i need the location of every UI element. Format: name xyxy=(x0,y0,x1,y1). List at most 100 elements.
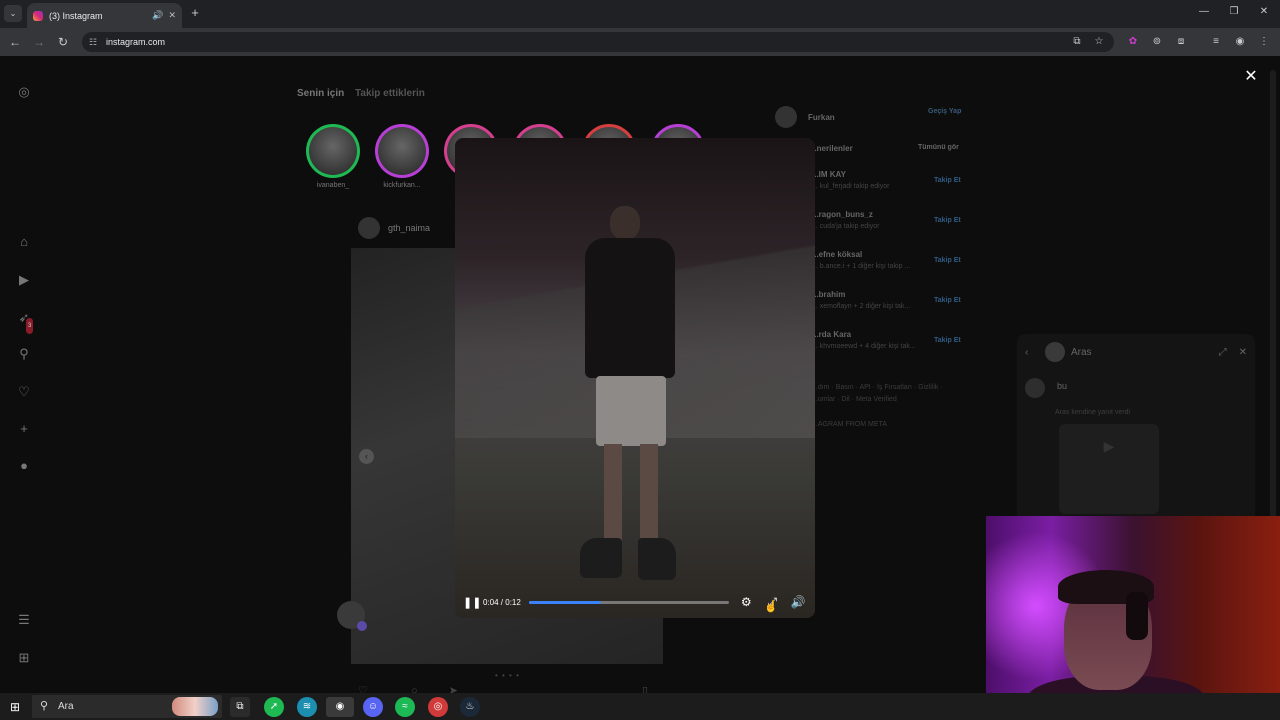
window-close-icon[interactable]: ✕ xyxy=(1256,6,1272,17)
chat-back-icon[interactable]: ‹ xyxy=(1025,347,1039,358)
story-item[interactable]: ivanaben_ xyxy=(303,124,363,189)
see-all-link[interactable]: Tümünü gör xyxy=(918,144,959,151)
follow-button[interactable]: Takip Et xyxy=(934,337,961,344)
post-actions: ♡ ○ ➤ xyxy=(358,684,458,693)
suggestion-name[interactable]: ...brahim xyxy=(812,290,845,299)
create-icon[interactable]: + xyxy=(16,421,32,437)
audio-playing-icon[interactable]: 🔊 xyxy=(152,10,163,21)
profile-avatar-icon[interactable]: ◉ xyxy=(1232,34,1248,50)
search-icon: ⚲ xyxy=(40,700,49,712)
video-player[interactable]: ❚❚ 0:04 / 0:12 ⚙ ⤢ 🔊 xyxy=(455,138,815,618)
profile-icon[interactable]: ● xyxy=(16,458,32,474)
suggestion-name[interactable]: ...ragon_buns_z xyxy=(812,210,873,219)
new-tab-button[interactable]: + xyxy=(188,5,202,21)
message-avatar xyxy=(1025,378,1045,398)
suggestion-name[interactable]: ...rda Kara xyxy=(812,330,851,339)
reels-icon[interactable]: ▶ xyxy=(16,272,32,288)
taskbar-search[interactable]: ⚲ Ara xyxy=(32,695,222,718)
footer-copyright: ...AGRAM FROM META xyxy=(812,421,887,428)
post-author-name[interactable]: gth_naima xyxy=(388,223,430,233)
search-icon[interactable]: ⚲ xyxy=(16,346,32,362)
instagram-favicon-icon xyxy=(33,10,43,21)
modal-close-icon[interactable]: ✕ xyxy=(1242,68,1260,86)
prev-image-icon[interactable]: ‹ xyxy=(359,449,374,464)
minimize-icon[interactable]: — xyxy=(1196,6,1212,17)
follow-button[interactable]: Takip Et xyxy=(934,297,961,304)
discord-icon[interactable]: ☺ xyxy=(363,697,383,717)
comment-icon[interactable]: ○ xyxy=(411,685,418,693)
extension-icon[interactable]: ✿ xyxy=(1125,34,1141,50)
url-text: instagram.com xyxy=(106,37,166,47)
forward-icon[interactable]: → xyxy=(31,34,47,50)
chat-name[interactable]: Aras xyxy=(1071,347,1219,358)
home-icon[interactable]: ⌂ xyxy=(16,234,32,250)
chat-close-icon[interactable]: ✕ xyxy=(1239,347,1247,358)
chat-header: ‹ Aras ⤢ ✕ xyxy=(1025,342,1247,362)
current-user-avatar[interactable] xyxy=(775,106,797,128)
screen: ⌄ (3) Instagram 🔊 ✕ + — ❐ ✕ ← → ↻ ☷ inst… xyxy=(0,0,1280,720)
obs-icon[interactable]: ◎ xyxy=(428,697,448,717)
tab-for-you[interactable]: Senin için xyxy=(297,88,344,99)
tab-title: (3) Instagram xyxy=(49,10,103,21)
footer-links-2[interactable]: ...umlar · Dil · Meta Verified xyxy=(812,396,897,403)
footer-links[interactable]: ...dım · Basın · API · İş Fırsatları · G… xyxy=(812,384,943,391)
switch-account-link[interactable]: Geçiş Yap xyxy=(928,108,961,115)
install-app-icon[interactable]: ⧉ xyxy=(1069,34,1085,50)
heart-icon[interactable]: ♡ xyxy=(16,384,32,400)
post-author-avatar[interactable] xyxy=(358,217,380,239)
suggestion-sub: ... cuda'ja takip ediyor xyxy=(812,223,880,230)
reload-icon[interactable]: ↻ xyxy=(55,34,71,50)
browser-toolbar: ← → ↻ ☷ instagram.com ⧉ ☆ ✿ ⊚ ⧈ ≡ ◉ ⋮ xyxy=(0,28,1280,56)
tab-close-icon[interactable]: ✕ xyxy=(168,10,176,21)
bookmark-star-icon[interactable]: ☆ xyxy=(1091,34,1107,50)
extensions-puzzle-icon[interactable]: ⧈ xyxy=(1173,34,1189,50)
chat-video-play-icon: ▶ xyxy=(1103,438,1115,454)
suggestion-name[interactable]: ...IM KAY xyxy=(812,170,846,179)
follow-button[interactable]: Takip Et xyxy=(934,177,961,184)
restore-icon[interactable]: ❐ xyxy=(1226,6,1242,17)
windows-start-icon[interactable]: ⊞ xyxy=(10,700,20,714)
task-view-icon[interactable]: ⧉ xyxy=(230,697,250,717)
follow-button[interactable]: Takip Et xyxy=(934,217,961,224)
apps-icon[interactable]: ⊞ xyxy=(16,650,32,666)
story-avatar xyxy=(306,124,360,178)
search-highlight-image xyxy=(172,697,218,716)
pause-icon[interactable]: ❚❚ xyxy=(463,596,481,609)
settings-icon[interactable]: ⚙ xyxy=(737,595,755,609)
suggestion-sub: ... xemoflayn + 2 diğer kişi tak... xyxy=(812,303,911,310)
video-progress-bar[interactable] xyxy=(528,600,730,604)
address-bar[interactable]: ☷ instagram.com xyxy=(82,32,1114,52)
media-control-icon[interactable]: ≡ xyxy=(1208,34,1224,50)
chat-avatar[interactable] xyxy=(1045,342,1065,362)
current-username[interactable]: Furkan xyxy=(808,113,835,122)
app-cyan-icon[interactable]: ≋ xyxy=(297,697,317,717)
video-progress-fill xyxy=(528,600,601,604)
instagram-icon[interactable]: ◎ xyxy=(16,84,32,100)
follow-button[interactable]: Takip Et xyxy=(934,257,961,264)
suggestion-name[interactable]: ...efne köksal xyxy=(812,250,862,259)
save-icon[interactable]: ▯ xyxy=(642,684,648,693)
floating-avatar[interactable] xyxy=(337,601,367,631)
chrome-icon[interactable]: ◉ xyxy=(326,697,354,717)
carousel-dots: • • • • xyxy=(495,671,520,680)
messages-icon[interactable]: ➶ 3 xyxy=(16,310,34,334)
story-item[interactable]: kickfurkan... xyxy=(372,124,432,189)
app-green-icon[interactable]: ➚ xyxy=(264,697,284,717)
chat-expand-icon[interactable]: ⤢ xyxy=(1219,347,1227,358)
extension-2-icon[interactable]: ⊚ xyxy=(1149,34,1165,50)
steam-icon[interactable]: ♨ xyxy=(460,697,480,717)
suggestions-title: ...nerilenler xyxy=(810,144,853,153)
spotify-icon[interactable]: ≈ xyxy=(395,697,415,717)
browser-tab[interactable]: (3) Instagram 🔊 ✕ xyxy=(27,3,182,28)
like-icon[interactable]: ♡ xyxy=(358,685,368,693)
site-info-icon[interactable]: ☷ xyxy=(89,32,97,52)
story-avatar xyxy=(375,124,429,178)
tab-search-icon[interactable]: ⌄ xyxy=(4,5,22,22)
volume-icon[interactable]: 🔊 xyxy=(789,595,807,609)
back-icon[interactable]: ← xyxy=(7,34,23,50)
share-icon[interactable]: ➤ xyxy=(449,685,458,693)
menu-icon[interactable]: ☰ xyxy=(16,612,32,628)
tab-following[interactable]: Takip ettiklerin xyxy=(355,88,425,99)
chat-video-thumbnail[interactable]: ▶ xyxy=(1059,424,1159,514)
browser-menu-icon[interactable]: ⋮ xyxy=(1256,34,1272,50)
